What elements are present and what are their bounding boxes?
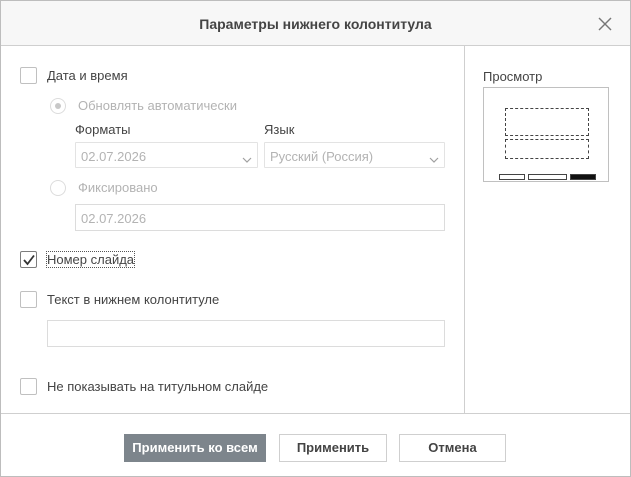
cancel-button[interactable]: Отмена	[399, 434, 506, 462]
formats-label: Форматы	[75, 122, 131, 137]
date-time-checkbox[interactable]	[20, 67, 37, 84]
footer-text-checkbox[interactable]	[20, 291, 37, 308]
close-icon[interactable]	[596, 15, 614, 33]
preview-box	[483, 87, 609, 182]
date-time-label: Дата и время	[47, 68, 128, 83]
footer-text-input[interactable]	[47, 320, 445, 347]
slide-number-label: Номер слайда	[45, 251, 136, 268]
auto-update-radio[interactable]	[50, 98, 66, 114]
footer-text-label: Текст в нижнем колонтитуле	[47, 292, 220, 307]
fixed-radio[interactable]	[50, 180, 66, 196]
checkmark-icon	[23, 254, 35, 266]
preview-content-area	[505, 108, 589, 136]
language-select[interactable]: Русский (Россия)	[264, 142, 445, 168]
preview-body-area	[505, 139, 589, 159]
language-select-value: Русский (Россия)	[270, 149, 374, 164]
apply-button[interactable]: Применить	[279, 434, 387, 462]
format-select[interactable]: 02.07.2026	[75, 142, 258, 168]
language-label: Язык	[264, 122, 295, 137]
footer-settings-dialog: Параметры нижнего колонтитула Дата и вре…	[0, 0, 631, 477]
preview-label: Просмотр	[483, 69, 543, 84]
preview-footer-bar	[528, 174, 567, 180]
chevron-down-icon	[242, 152, 252, 163]
fixed-date-field[interactable]: 02.07.2026	[75, 204, 445, 231]
apply-all-button[interactable]: Применить ко всем	[124, 434, 266, 462]
preview-slide-number-bar	[570, 174, 596, 180]
vertical-divider	[464, 46, 465, 413]
dialog-title: Параметры нижнего колонтитула	[199, 16, 432, 32]
dialog-header: Параметры нижнего колонтитула	[1, 1, 630, 46]
hide-title-slide-checkbox[interactable]	[20, 378, 37, 395]
auto-update-label: Обновлять автоматически	[78, 98, 237, 113]
fixed-date-value: 02.07.2026	[81, 211, 147, 226]
chevron-down-icon	[429, 152, 439, 163]
slide-number-checkbox[interactable]	[20, 251, 37, 268]
hide-title-slide-label: Не показывать на титульном слайде	[47, 379, 269, 394]
format-select-value: 02.07.2026	[81, 149, 147, 164]
fixed-label: Фиксировано	[78, 180, 158, 195]
preview-date-bar	[499, 174, 525, 180]
footer-divider	[1, 413, 630, 414]
